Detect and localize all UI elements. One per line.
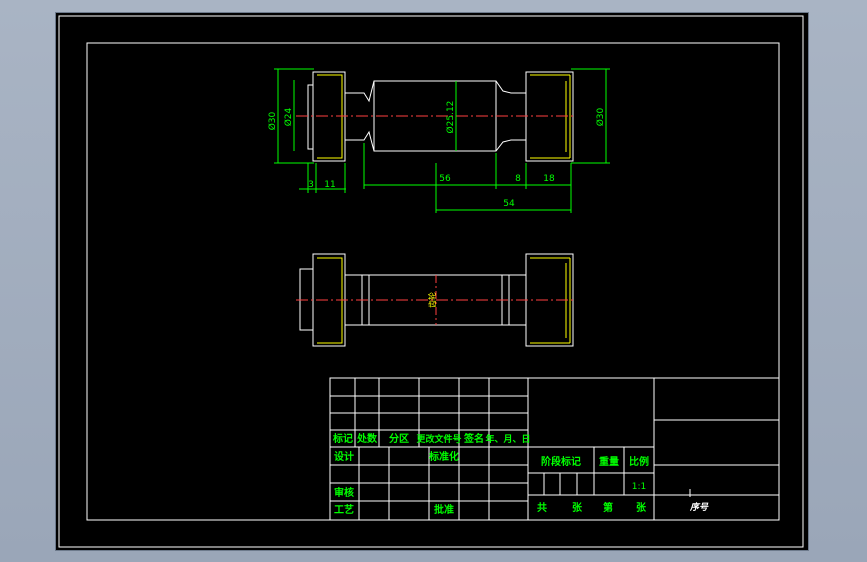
dim-d30-left: Ø30 [267,111,278,130]
tb-signature: 签名 [463,432,484,445]
tb-mark: 标记 [332,432,353,445]
bottom-view-label: 齿轮 [427,292,437,308]
dim-54: 54 [503,199,515,209]
tb-total: 共 [537,501,547,514]
cad-drawing: Ø30 Ø24 Ø25.12 Ø30 3 11 56 8 18 54 齿轮 标记… [58,15,804,548]
tb-seq-no: 序号 [689,502,709,513]
tb-review: 审核 [334,486,354,499]
tb-scale-value: 1:1 [632,482,646,492]
dim-11: 11 [324,180,335,190]
tb-standardize: 标准化 [428,450,459,463]
dim-8: 8 [515,174,521,184]
tb-sheet-unit: 张 [636,501,647,514]
dim-3: 3 [308,180,314,190]
drawing-sheet: Ø30 Ø24 Ø25.12 Ø30 3 11 56 8 18 54 齿轮 标记… [56,13,808,550]
tb-date: 年、月、日 [485,433,530,445]
left-flange-step [307,84,314,150]
dim-d24: Ø24 [283,107,294,126]
tb-design: 设计 [334,450,354,463]
tb-stage-mark: 阶段标记 [541,455,581,468]
dim-18: 18 [543,174,555,184]
title-block-border [329,377,780,521]
shaft-top-profile [345,80,526,103]
tb-count: 处数 [356,432,378,445]
tb-sheets: 张 [572,501,583,514]
tb-approve: 批准 [434,503,454,516]
shaft-bottom-profile [345,130,526,152]
top-view-dimensions [274,68,610,213]
tb-zone: 分区 [389,432,409,445]
drawing-frame [86,42,780,521]
tb-change-doc: 更改文件号 [416,433,461,445]
title-block [329,377,780,521]
tb-weight: 重量 [599,455,619,468]
dim-56: 56 [439,174,451,184]
tb-scale-label: 比例 [629,455,649,468]
dim-d30-right: Ø30 [595,107,606,126]
tb-process: 工艺 [334,503,354,516]
tb-sheet-no: 第 [603,501,613,514]
sheet-border [58,15,804,548]
dim-d25: Ø25.12 [445,101,456,134]
